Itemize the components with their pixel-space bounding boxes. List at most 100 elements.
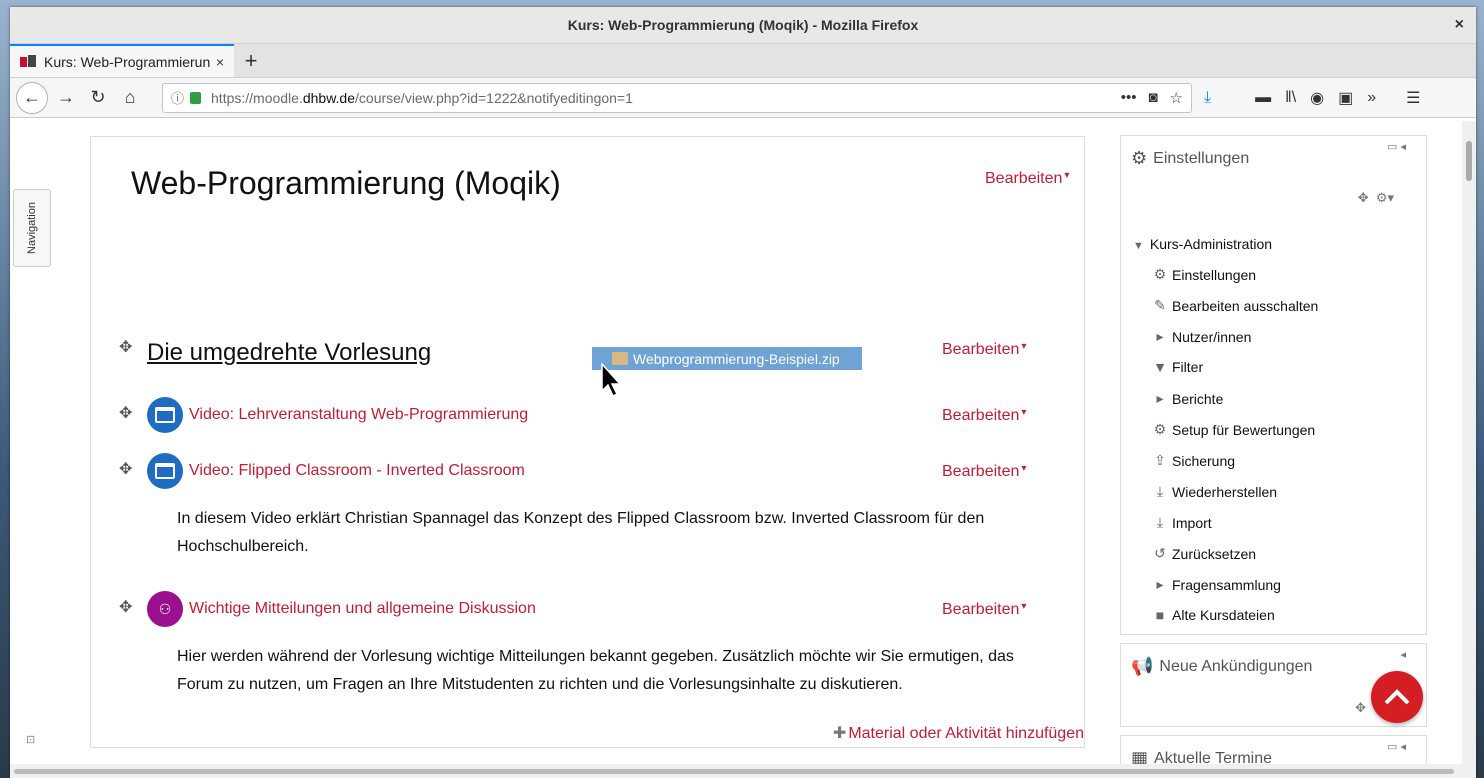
tree-item[interactable]: ⚙ Einstellungen (1151, 266, 1256, 283)
course-title: Web-Programmierung (Moqik) (131, 165, 561, 201)
sidebar-icon[interactable]: ▣ (1338, 88, 1353, 108)
url-activity-icon (147, 397, 183, 433)
download-icon: ⤓ (1156, 483, 1164, 499)
library-icon[interactable]: ‖\ (1285, 89, 1296, 107)
tree-item-label: Zurücksetzen (1172, 545, 1257, 562)
overflow-chevron-icon[interactable]: » (1367, 89, 1376, 107)
reset-icon: ↺ (1154, 545, 1166, 561)
tree-item[interactable]: ✎ Bearbeiten ausschalten (1151, 297, 1318, 314)
activity-description: Hier werden während der Vorlesung wichti… (177, 648, 1014, 693)
activity-link[interactable]: Video: Flipped Classroom - Inverted Clas… (189, 462, 525, 480)
activity-edit-menu[interactable]: Bearbeiten (942, 601, 1026, 619)
vertical-scrollbar-thumb[interactable] (1466, 141, 1472, 181)
lock-icon (190, 91, 202, 104)
navigation-toolbar: ← → ↻ ⌂ ⓘ https://moodle.dhbw.de/course/… (10, 78, 1476, 118)
url-bar[interactable]: ⓘ https://moodle.dhbw.de/course/view.php… (162, 82, 1192, 113)
activity-edit-menu[interactable]: Bearbeiten (942, 463, 1026, 481)
section-edit-menu[interactable]: Bearbeiten (942, 341, 1026, 359)
course-edit-menu[interactable]: Bearbeiten (985, 170, 1069, 188)
tree-item-label: Bearbeiten ausschalten (1172, 297, 1319, 314)
tree-item-label: Wiederherstellen (1172, 483, 1278, 500)
upload-icon: ⇪ (1154, 452, 1166, 468)
tree-item[interactable]: ⚙ Setup für Bewertungen (1151, 421, 1316, 438)
tree-item[interactable]: ■ Alte Kursdateien (1151, 607, 1275, 623)
tab-close-button[interactable]: × (216, 54, 224, 70)
download-icon: ⤓ (1156, 514, 1164, 530)
home-button[interactable]: ⌂ (114, 82, 146, 114)
bookmark-star-icon[interactable]: ☆ (1170, 89, 1183, 107)
activity-link[interactable]: Wichtige Mitteilungen und allgemeine Dis… (189, 600, 536, 618)
settings-block-header: ⚙ Einstellungen (1131, 148, 1249, 169)
page-actions-icon[interactable]: ••• (1121, 89, 1137, 106)
reload-button[interactable]: ↻ (82, 82, 114, 114)
gears-icon: ⚙ (1131, 148, 1148, 168)
url-text[interactable]: https://moodle.dhbw.de/course/view.php?i… (211, 90, 1109, 106)
download-icon[interactable]: ⤓ (1204, 89, 1211, 107)
tree-item-label: Import (1172, 514, 1212, 531)
caret-right-icon: ▸ (1156, 390, 1164, 406)
screen-icon[interactable]: ▬ (1255, 89, 1271, 107)
tree-root-label: Kurs-Administration (1149, 236, 1273, 252)
back-button[interactable]: ← (16, 81, 48, 114)
move-icon[interactable]: ✥ (119, 403, 132, 423)
info-icon[interactable]: ⓘ (171, 88, 184, 107)
plus-icon: ✚ (832, 725, 847, 742)
settings-block-title: Einstellungen (1153, 149, 1250, 167)
hamburger-menu-icon[interactable]: ☰ (1406, 88, 1420, 108)
scroll-to-top-button[interactable] (1371, 671, 1423, 723)
tree-item[interactable]: ▸ Fragensammlung (1151, 576, 1281, 593)
window-titlebar: Kurs: Web-Programmierung (Moqik) - Mozil… (10, 7, 1476, 44)
block-dock-icon[interactable]: ◂ (1400, 648, 1406, 661)
tree-item[interactable]: ▼ Filter (1151, 359, 1203, 375)
activity-description: In diesem Video erklärt Christian Spanna… (177, 510, 985, 555)
caret-right-icon: ▸ (1156, 328, 1164, 344)
activity-link[interactable]: Video: Lehrveranstaltung Web-Programmier… (189, 406, 528, 424)
extension-icon[interactable]: ◉ (1310, 88, 1324, 108)
tree-item-label: Sicherung (1172, 452, 1236, 469)
tree-item[interactable]: ▸ Berichte (1151, 390, 1223, 407)
forward-button[interactable]: → (50, 82, 82, 114)
tree-item-label: Setup für Bewertungen (1172, 421, 1316, 438)
window-close-button[interactable]: × (1455, 16, 1464, 34)
move-icon[interactable]: ✥ (119, 459, 132, 479)
new-tab-button[interactable]: + (234, 44, 268, 77)
tree-item[interactable]: ↺ Zurücksetzen (1151, 545, 1256, 562)
activity-edit-menu[interactable]: Bearbeiten (942, 407, 1026, 425)
tree-item[interactable]: ⤓ Import (1151, 514, 1212, 531)
url-activity-icon (147, 453, 183, 489)
dragged-file-name: Webprogrammierung-Beispiel.zip (633, 350, 840, 367)
dock-icon[interactable]: ⊡ (26, 733, 35, 746)
tree-item[interactable]: ▸ Nutzer/innen (1151, 328, 1251, 345)
dragged-file: Webprogrammierung-Beispiel.zip (592, 347, 862, 370)
tab-course[interactable]: Kurs: Web-Programmierung (Moqik) × (10, 44, 234, 77)
tree-item-label: Filter (1172, 359, 1204, 375)
folder-icon: ■ (1155, 607, 1165, 623)
move-icon[interactable]: ✥ (119, 337, 132, 357)
block-collapse-icon[interactable]: ▭ ◂ (1387, 740, 1406, 753)
add-activity-button[interactable]: ✚ Material oder Aktivität hinzufügen (833, 723, 1084, 743)
tab-bar: Kurs: Web-Programmierung (Moqik) × + (10, 44, 1476, 78)
section-title[interactable]: Die umgedrehte Vorlesung (147, 339, 431, 367)
horizontal-scrollbar-thumb[interactable] (14, 769, 1454, 774)
horizontal-scrollbar[interactable] (10, 764, 1476, 778)
tree-item-label: Fragensammlung (1172, 576, 1281, 593)
pocket-icon[interactable]: ◙ (1148, 89, 1157, 106)
tree-item-kurs-administration[interactable]: ▼ Kurs-Administration (1133, 236, 1272, 252)
caret-right-icon: ▸ (1156, 576, 1164, 592)
browser-window: Kurs: Web-Programmierung (Moqik) - Mozil… (10, 7, 1476, 778)
tree-item[interactable]: ⤓ Wiederherstellen (1151, 483, 1277, 500)
vertical-scrollbar[interactable] (1462, 121, 1476, 764)
move-icon[interactable]: ✥ (119, 597, 132, 617)
pencil-icon: ✎ (1154, 297, 1166, 313)
navigation-drawer-label: Navigation (26, 202, 39, 254)
block-collapse-icon[interactable]: ▭ ◂ (1387, 140, 1406, 153)
add-activity-label: Material oder Aktivität hinzufügen (848, 725, 1084, 742)
navigation-drawer-toggle[interactable]: Navigation (13, 189, 51, 267)
tree-item[interactable]: ⇪ Sicherung (1151, 452, 1235, 469)
chevron-up-icon (1384, 689, 1410, 705)
block-move-actions-icon[interactable]: ✥ ⚙▾ (1358, 190, 1394, 206)
block-move-icon[interactable]: ✥ (1355, 700, 1366, 716)
mouse-cursor-icon (601, 363, 622, 398)
caret-down-icon: ▼ (1133, 240, 1144, 252)
settings-block: ▭ ◂ ⚙ Einstellungen ✥ ⚙▾ ▼ Kurs-Administr… (1120, 135, 1427, 635)
